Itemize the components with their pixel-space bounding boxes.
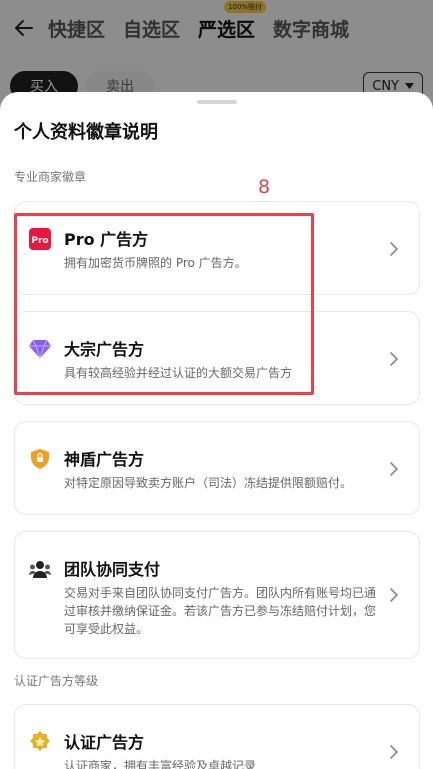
svg-text:Pro: Pro: [31, 236, 48, 246]
chevron-right-icon: [387, 588, 401, 602]
chevron-right-icon: [387, 352, 401, 366]
pro-badge-icon: Pro: [29, 228, 51, 250]
verified-icon: [29, 731, 51, 753]
badge-info-sheet: 个人资料徽章说明 专业商家徽章 Pro Pro 广告方 拥有加密货币牌照的 Pr…: [0, 92, 433, 769]
card-shield-advertiser[interactable]: 神盾广告方 对特定原因导致卖方账户（司法）冻结提供限额赔付。: [14, 421, 420, 515]
card-title: 神盾广告方: [64, 450, 145, 469]
card-bulk-advertiser[interactable]: 大宗广告方 具有较高经验并经过认证的大额交易广告方: [14, 311, 420, 405]
card-title: 团队协同支付: [64, 560, 161, 579]
card-description: 具有较高经验并经过认证的大额交易广告方: [64, 366, 293, 380]
section-pro-merchants: 专业商家徽章: [14, 170, 87, 184]
chevron-right-icon: [387, 745, 401, 759]
sheet-title: 个人资料徽章说明: [14, 122, 158, 143]
drag-handle[interactable]: [197, 100, 237, 104]
shield-icon: [29, 448, 51, 470]
card-pro-advertiser[interactable]: Pro Pro 广告方 拥有加密货币牌照的 Pro 广告方。: [14, 201, 420, 295]
diamond-icon: [29, 338, 51, 360]
card-title: Pro 广告方: [64, 230, 149, 249]
card-description: 拥有加密货币牌照的 Pro 广告方。: [64, 256, 247, 270]
section-certified-levels: 认证广告方等级: [14, 674, 99, 688]
card-description: 对特定原因导致卖方账户（司法）冻结提供限额赔付。: [64, 476, 353, 490]
chevron-right-icon: [387, 462, 401, 476]
card-team-payment[interactable]: 团队协同支付 交易对手来自团队协同支付广告方。团队内所有账号均已通过审核并缴纳保…: [14, 531, 420, 659]
annotation-label: 8: [258, 176, 271, 198]
card-description: 交易对手来自团队协同支付广告方。团队内所有账号均已通过审核并缴纳保证金。若该广告…: [64, 586, 377, 636]
card-title: 大宗广告方: [64, 340, 145, 359]
card-title: 认证广告方: [64, 733, 145, 752]
chevron-right-icon: [387, 242, 401, 256]
card-verified-advertiser[interactable]: 认证广告方 认证商家，拥有丰富经验及卓越记录: [14, 704, 420, 769]
card-description: 认证商家，拥有丰富经验及卓越记录: [64, 759, 257, 769]
team-icon: [29, 558, 51, 580]
